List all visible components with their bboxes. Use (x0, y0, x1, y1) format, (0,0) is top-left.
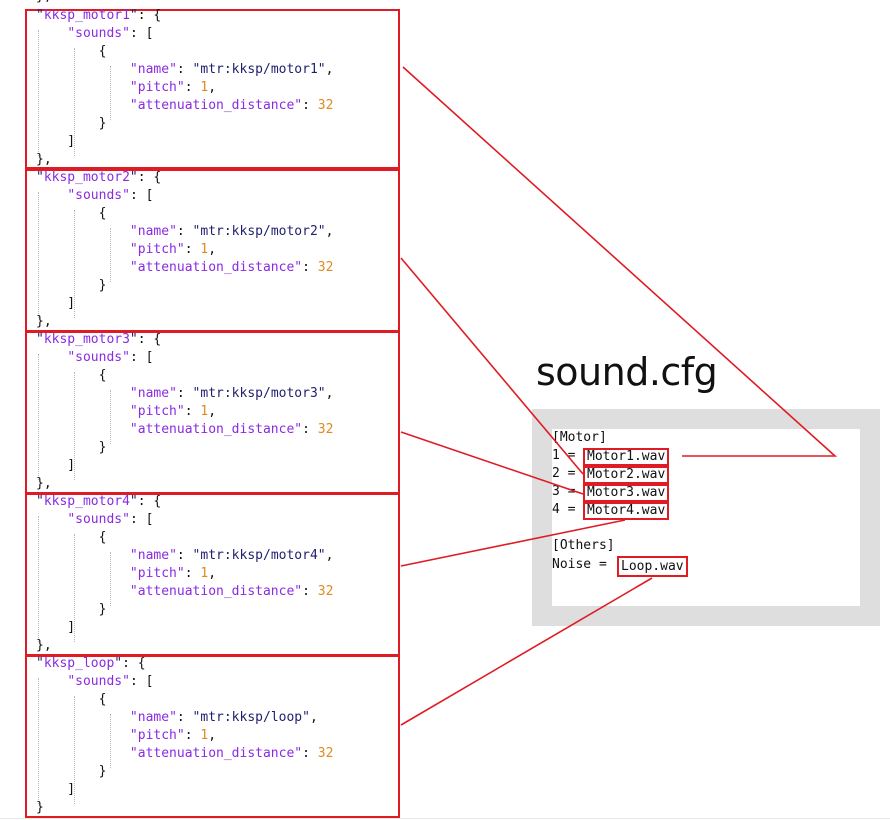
connector-motor4 (400, 519, 626, 567)
connector-motor1 (402, 66, 838, 457)
connector-lines (400, 66, 838, 726)
bottom-divider (0, 818, 890, 819)
connector-loop (400, 577, 653, 726)
